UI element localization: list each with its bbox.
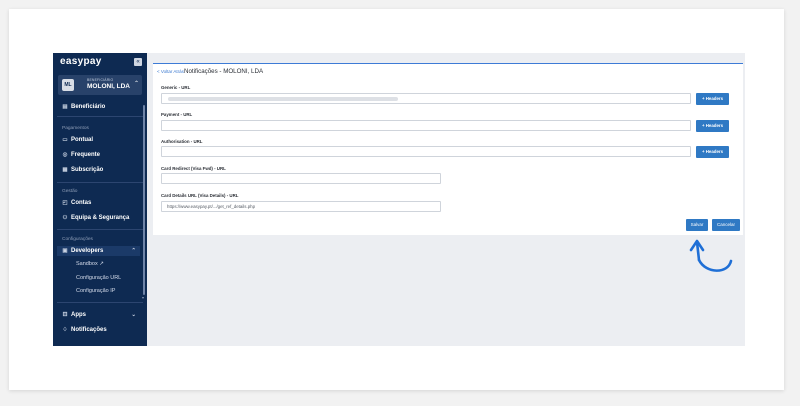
notifications-panel: < Voltar Atrás Notificações - MOLONI, LD…	[153, 63, 743, 235]
cancel-button[interactable]: Cancelar	[712, 219, 740, 231]
section-label-pagamentos: Pagamentos	[62, 126, 89, 131]
page-title: Notificações - MOLONI, LDA	[184, 68, 264, 75]
card-redirect-url-input[interactable]	[161, 173, 441, 184]
app-window: easypay « ML BENEFICIÁRIO MOLONI, LDA ⌃ …	[53, 53, 745, 346]
account-kicker: BENEFICIÁRIO	[87, 78, 114, 82]
sidebar-item-label: Subscrição	[71, 167, 104, 173]
sidebar-item-label: Contas	[71, 200, 92, 206]
sidebar-item-label: Apps	[71, 312, 86, 318]
sidebar-item-notificacoes[interactable]: ♢ Notificações	[62, 325, 140, 335]
annotation-arrow-icon	[689, 239, 733, 272]
sidebar-item-developers[interactable]: ▣ Developers ⌃	[57, 246, 140, 256]
sidebar-item-label: Beneficiário	[71, 104, 106, 110]
divider	[57, 182, 143, 183]
accounts-icon: ◰	[62, 200, 68, 206]
brand-logo: easypay	[60, 56, 102, 67]
avatar: ML	[62, 79, 74, 91]
chevron-up-down-icon: ⌃	[134, 81, 140, 87]
back-link[interactable]: < Voltar Atrás	[157, 69, 184, 74]
account-name: MOLONI, LDA	[87, 83, 130, 90]
section-label-configuracoes: Configurações	[62, 237, 93, 242]
apps-icon: ⚃	[62, 312, 68, 318]
sidebar-item-beneficiario[interactable]: ▤ Beneficiário	[62, 102, 140, 112]
generic-url-label: Generic - URL	[161, 85, 191, 90]
sidebar-item-subscricao[interactable]: ▦ Subscrição	[62, 165, 140, 175]
scroll-down-icon[interactable]: ▾	[142, 295, 144, 300]
sidebar-item-label: Pontual	[71, 137, 93, 143]
sidebar-item-label: Notificações	[71, 327, 107, 333]
divider	[57, 302, 143, 303]
sidebar-item-pontual[interactable]: ▭ Pontual	[62, 135, 140, 145]
account-switcher[interactable]: ML BENEFICIÁRIO MOLONI, LDA ⌃	[58, 75, 142, 95]
card-redirect-url-label: Card Redirect (Visa Fwd) - URL	[161, 166, 226, 171]
sidebar-item-label: Developers	[71, 248, 104, 254]
card-details-url-value: https://www.easypay.pt/.../get_ref_detai…	[167, 204, 256, 209]
sidebar-item-contas[interactable]: ◰ Contas	[62, 198, 140, 208]
authorisation-url-input[interactable]	[161, 146, 691, 157]
bell-icon: ♢	[62, 327, 68, 333]
sidebar-subitem-configuracao-ip[interactable]: Configuração IP	[76, 287, 115, 295]
authorisation-url-label: Authorisation - URL	[161, 139, 203, 144]
sidebar-scrollbar[interactable]	[143, 105, 145, 295]
generic-url-input[interactable]	[161, 93, 691, 104]
sidebar: easypay « ML BENEFICIÁRIO MOLONI, LDA ⌃ …	[53, 53, 147, 346]
chevron-up-icon: ⌃	[131, 248, 136, 254]
generic-headers-button[interactable]: + Headers	[696, 93, 729, 105]
repeat-icon: ◎	[62, 152, 68, 158]
divider	[57, 229, 143, 230]
blurred-url-value	[168, 97, 398, 101]
collapse-sidebar-icon[interactable]: «	[134, 58, 142, 66]
card-details-url-input[interactable]: https://www.easypay.pt/.../get_ref_detai…	[161, 201, 441, 212]
sidebar-item-label: Equipa & Segurança	[71, 215, 130, 221]
save-button[interactable]: Salvar	[686, 219, 708, 231]
team-icon: ⚇	[62, 215, 68, 221]
divider	[57, 116, 143, 117]
sidebar-item-apps[interactable]: ⚃ Apps ⌄	[62, 310, 140, 320]
code-icon: ▣	[62, 248, 68, 254]
payment-url-input[interactable]	[161, 120, 691, 131]
wallet-icon: ▤	[62, 104, 68, 110]
calendar-icon: ▦	[62, 167, 68, 173]
payment-headers-button[interactable]: + Headers	[696, 120, 729, 132]
sidebar-item-label: Frequente	[71, 152, 101, 158]
payment-url-label: Payment - URL	[161, 112, 193, 117]
chevron-up-down-icon: ⌄	[131, 312, 136, 318]
card-details-url-label: Card Details URL (Visa Details) - URL	[161, 193, 239, 198]
sidebar-subitem-sandbox[interactable]: Sandbox ↗	[76, 260, 104, 268]
sidebar-item-equipa[interactable]: ⚇ Equipa & Segurança	[62, 213, 140, 223]
card-icon: ▭	[62, 137, 68, 143]
section-label-gestao: Gestão	[62, 189, 78, 194]
sidebar-subitem-configuracao-url[interactable]: Configuração URL	[76, 274, 121, 282]
authorisation-headers-button[interactable]: + Headers	[696, 146, 729, 158]
sidebar-item-frequente[interactable]: ◎ Frequente	[62, 150, 140, 160]
